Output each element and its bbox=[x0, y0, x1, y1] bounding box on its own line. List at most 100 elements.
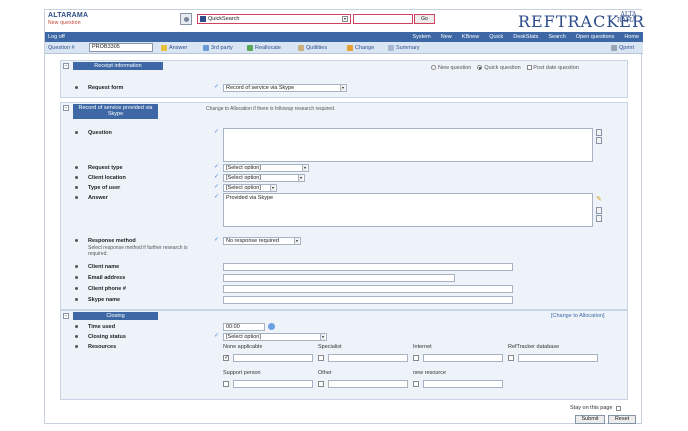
brand-subtitle: New question bbox=[48, 20, 81, 26]
response-method-label: Response method bbox=[75, 238, 136, 244]
pencil-icon[interactable]: ✎ bbox=[596, 195, 602, 203]
resource-reftracker-db-input[interactable] bbox=[518, 354, 598, 362]
receipt-section-title: Receipt information bbox=[73, 62, 163, 70]
nav-new[interactable]: New bbox=[441, 34, 452, 40]
record-section-title: Record of service provided via Skype bbox=[73, 104, 158, 119]
response-method-select[interactable]: No response required ▾ bbox=[223, 237, 301, 245]
nav-search[interactable]: Search bbox=[548, 34, 565, 40]
quicksearch-select[interactable]: QuickSearch ▾ bbox=[197, 14, 351, 24]
resource-other-input[interactable] bbox=[328, 380, 408, 388]
collapse-toggle-icon[interactable]: − bbox=[63, 105, 69, 111]
resource-none-applicable-label: None applicable bbox=[223, 344, 263, 350]
resource-none-applicable-checkbox[interactable] bbox=[223, 354, 229, 361]
quicksearch-selected: QuickSearch bbox=[208, 16, 240, 22]
summary-button[interactable]: Summary bbox=[388, 45, 420, 51]
client-location-label: Client location bbox=[75, 175, 126, 181]
question-type-radios: New question Quick question Post date qu… bbox=[431, 65, 579, 71]
resource-reftracker-db-label: RefTracker database bbox=[508, 344, 560, 350]
qprint-button[interactable]: Qprint bbox=[611, 45, 634, 51]
chevron-down-icon: ▾ bbox=[342, 16, 348, 22]
resource-support-person-input[interactable] bbox=[233, 380, 313, 388]
check-icon: ✓ bbox=[214, 194, 220, 200]
resource-specialist-label: Specialist bbox=[318, 344, 342, 350]
record-section: − Record of service provided via Skype C… bbox=[60, 102, 628, 310]
spell-check-icon[interactable] bbox=[596, 137, 602, 144]
answer-label: Answer bbox=[169, 45, 188, 51]
resource-internet-input[interactable] bbox=[423, 354, 503, 362]
chevron-down-icon: ▾ bbox=[270, 185, 275, 191]
expand-icon[interactable] bbox=[596, 207, 602, 214]
resource-reftracker-db-checkbox[interactable] bbox=[508, 355, 514, 361]
qutilities-label: Qutilities bbox=[306, 45, 328, 51]
radio-new-question[interactable]: New question bbox=[431, 65, 471, 71]
question-toolbar: Question # PROB3305 Answer 3rd party Rea… bbox=[45, 42, 643, 54]
resource-new-resource-checkbox[interactable] bbox=[413, 381, 419, 387]
resource-none-applicable-input[interactable] bbox=[233, 354, 313, 362]
collapse-toggle-icon[interactable]: − bbox=[63, 313, 69, 319]
email-address-input[interactable] bbox=[223, 274, 455, 282]
request-form-label: Request form bbox=[75, 85, 123, 91]
time-used-label: Time used bbox=[75, 324, 115, 330]
answer-textarea[interactable]: Provided via Skype bbox=[223, 193, 593, 227]
logoff-link[interactable]: Log off bbox=[48, 34, 65, 40]
reallocate-button[interactable]: Reallocate bbox=[247, 45, 281, 51]
resource-internet-checkbox[interactable] bbox=[413, 355, 419, 361]
reftracker-page: ALTARAMA New question QuickSearch ▾ Go R… bbox=[44, 9, 644, 424]
time-used-input[interactable]: 00:00 bbox=[223, 323, 265, 331]
nav-quick[interactable]: Quick bbox=[489, 34, 503, 40]
brand-name: ALTARAMA bbox=[48, 12, 89, 19]
third-party-button[interactable]: 3rd party bbox=[203, 45, 233, 51]
resource-new-resource-input[interactable] bbox=[423, 380, 503, 388]
nav-deskstats[interactable]: DeskStats bbox=[513, 34, 538, 40]
nav-system[interactable]: System bbox=[412, 34, 430, 40]
resource-specialist-checkbox[interactable] bbox=[318, 355, 324, 361]
spell-check-icon[interactable] bbox=[596, 215, 602, 222]
quicksearch-icon[interactable] bbox=[180, 13, 192, 25]
chevron-down-icon: ▾ bbox=[320, 334, 325, 340]
request-type-label: Request type bbox=[75, 165, 123, 171]
request-form-select[interactable]: Record of service via Skype ▾ bbox=[223, 84, 347, 92]
resource-other-checkbox[interactable] bbox=[318, 381, 324, 387]
response-method-note: Select response method if further resear… bbox=[88, 245, 188, 257]
nav-kbnew[interactable]: KBnew bbox=[462, 34, 479, 40]
post-date-checkbox[interactable]: Post date question bbox=[526, 65, 579, 71]
question-textarea[interactable] bbox=[223, 128, 593, 162]
check-icon: ✓ bbox=[214, 174, 220, 180]
nav-home[interactable]: Home bbox=[624, 34, 639, 40]
expand-icon[interactable] bbox=[596, 129, 602, 136]
type-of-user-select[interactable]: [Select option] ▾ bbox=[223, 184, 277, 192]
stay-on-page[interactable]: Stay on this page bbox=[570, 405, 621, 411]
client-phone-input[interactable] bbox=[223, 285, 513, 293]
question-number-input[interactable]: PROB3305 bbox=[89, 43, 153, 52]
nav-open-questions[interactable]: Open questions bbox=[576, 34, 615, 40]
resource-support-person-checkbox[interactable] bbox=[223, 381, 229, 387]
request-type-select[interactable]: [Select option] ▾ bbox=[223, 164, 309, 172]
radio-quick-question[interactable]: Quick question bbox=[477, 65, 521, 71]
client-location-select[interactable]: [Select option] ▾ bbox=[223, 174, 305, 182]
quicksearch-go-button[interactable]: Go bbox=[414, 14, 435, 24]
quicksearch-type-icon bbox=[200, 16, 206, 22]
email-address-label: Email address bbox=[75, 275, 125, 281]
change-to-allocation-link[interactable]: [Change to Allocation] bbox=[551, 313, 605, 319]
stay-on-page-checkbox[interactable] bbox=[615, 405, 621, 411]
check-icon: ✓ bbox=[214, 164, 220, 170]
qutilities-button[interactable]: Qutilities bbox=[298, 45, 327, 51]
change-button[interactable]: Change bbox=[347, 45, 374, 51]
resource-specialist-input[interactable] bbox=[328, 354, 408, 362]
check-icon: ✓ bbox=[214, 333, 220, 339]
chevron-down-icon: ▾ bbox=[340, 85, 345, 91]
client-name-input[interactable] bbox=[223, 263, 513, 271]
qprint-label: Qprint bbox=[619, 45, 634, 51]
third-party-label: 3rd party bbox=[211, 45, 233, 51]
clock-icon[interactable] bbox=[268, 323, 275, 330]
submit-button[interactable]: Submit bbox=[575, 415, 605, 424]
printer-icon bbox=[611, 45, 617, 51]
closing-status-select[interactable]: [Select option] ▾ bbox=[223, 333, 327, 341]
logo-small-bottom: RAMA bbox=[617, 17, 637, 24]
skype-name-input[interactable] bbox=[223, 296, 513, 304]
question-number-label: Question # bbox=[48, 45, 75, 51]
collapse-toggle-icon[interactable]: − bbox=[63, 63, 69, 69]
reset-button[interactable]: Reset bbox=[608, 415, 636, 424]
quicksearch-input[interactable] bbox=[353, 14, 413, 24]
answer-button[interactable]: Answer bbox=[161, 45, 187, 51]
